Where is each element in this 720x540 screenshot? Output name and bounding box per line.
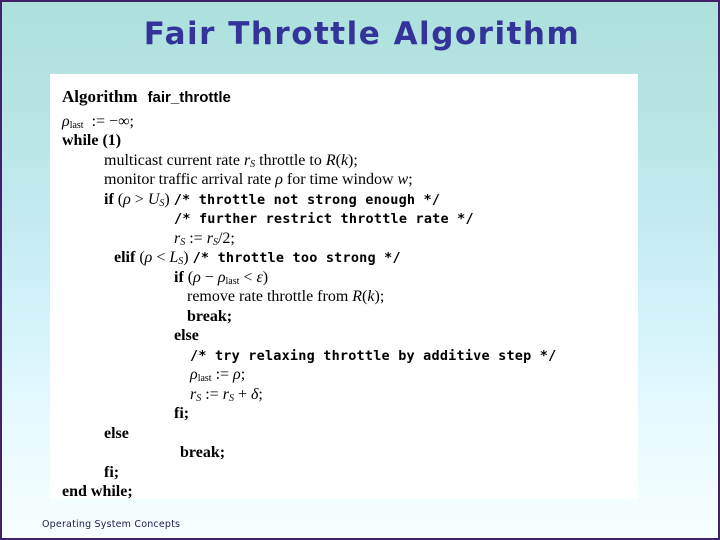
algorithm-header-line: Algorithm fair_throttle <box>62 87 634 107</box>
algorithm-line-multicast: multicast current rate rS throttle to R(… <box>104 151 358 170</box>
algorithm-line-comment-further-restrict: /* further restrict throttle rate */ <box>174 211 474 227</box>
algorithm-line-comment-try-relaxing: /* try relaxing throttle by additive ste… <box>190 347 557 364</box>
algorithm-line-fi-inner: fi; <box>174 405 190 422</box>
slide-canvas: Fair Throttle Algorithm Algorithm fair_th… <box>0 0 720 540</box>
algorithm-line-end-while: end while; <box>62 483 133 499</box>
algorithm-line-if-delta-lt-eps: if (ρ − ρlast < ε) <box>174 268 269 287</box>
algorithm-image-panel: Algorithm fair_throttle ρlast := −∞; whil… <box>50 74 638 499</box>
algorithm-line-else-inner: else <box>174 327 199 344</box>
algorithm-line-while: while (1) <box>62 132 122 149</box>
algorithm-line-else-outer: else <box>104 424 129 442</box>
algorithm-listing: Algorithm fair_throttle ρlast := −∞; whil… <box>62 87 634 499</box>
page-title: Fair Throttle Algorithm <box>143 16 581 52</box>
algorithm-line-remove-throttle: remove rate throttle from R(k); <box>187 288 385 305</box>
algorithm-line-halve-rate: rS := rS/2; <box>174 229 235 248</box>
algorithm-line-fi-outer: fi; <box>104 463 120 481</box>
algorithm-line-if-rho-gt-us: if (ρ > US) /* throttle not strong enoug… <box>104 190 441 209</box>
algorithm-name: fair_throttle <box>147 89 231 106</box>
algorithm-line-break-inner: break; <box>187 307 233 325</box>
algorithm-line-additive-increase: rS := rS + δ; <box>190 385 263 404</box>
algorithm-line-elif-rho-lt-ls: elif (ρ < LS) /* throttle too strong */ <box>114 249 401 267</box>
footer-label: Operating System Concepts <box>42 519 181 530</box>
algorithm-line-rho-last-init: ρlast := −∞; <box>62 112 134 131</box>
algorithm-line-monitor: monitor traffic arrival rate ρ for time … <box>104 171 413 188</box>
algorithm-keyword: Algorithm <box>62 87 138 106</box>
algorithm-line-break-outer: break; <box>180 444 226 461</box>
algorithm-line-set-rho-last: ρlast := ρ; <box>190 366 246 384</box>
